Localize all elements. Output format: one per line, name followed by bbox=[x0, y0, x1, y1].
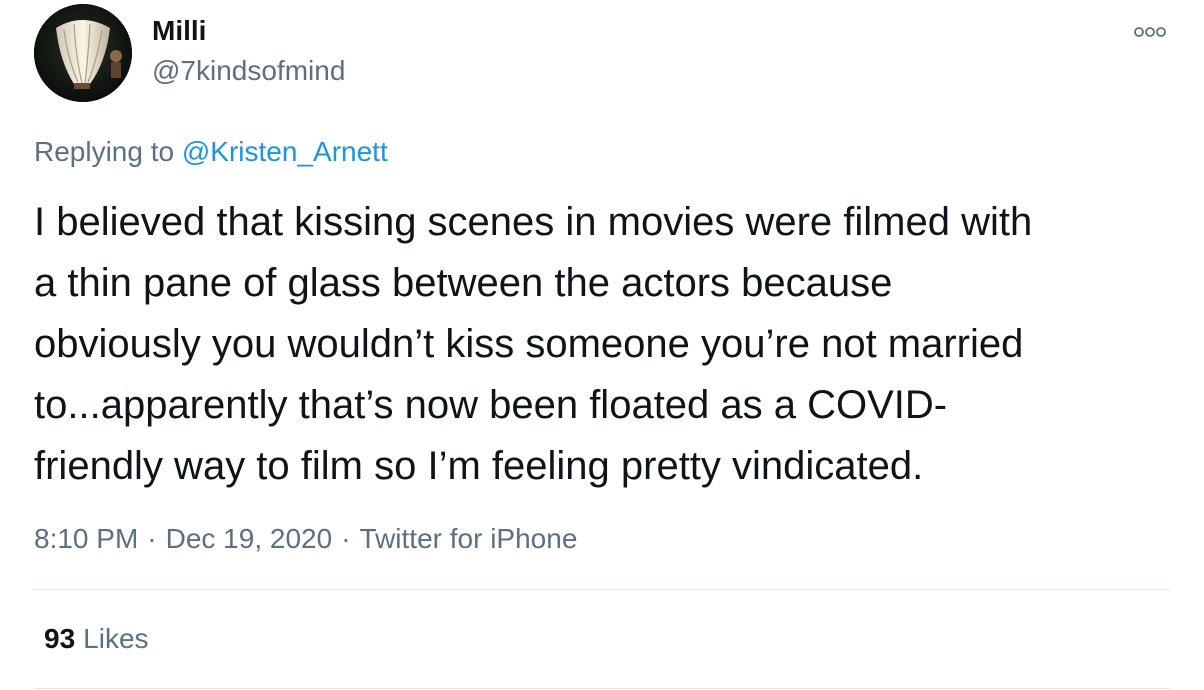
author-display-name[interactable]: Milli bbox=[152, 14, 206, 48]
lantern-photo-avatar-icon bbox=[34, 4, 132, 102]
likes-count: 93 bbox=[44, 623, 76, 654]
reply-context: Replying to @Kristen_Arnett bbox=[34, 135, 388, 169]
divider bbox=[34, 688, 1170, 689]
tweet-card: Milli @7kindsofmind Replying to @Kristen… bbox=[0, 0, 1204, 690]
meta-separator: · bbox=[147, 523, 157, 554]
tweet-source-link[interactable]: Twitter for iPhone bbox=[360, 523, 578, 554]
more-options-button[interactable] bbox=[1130, 20, 1170, 44]
likes-link[interactable]: 93 Likes bbox=[44, 622, 149, 656]
tweet-meta: 8:10 PM · Dec 19, 2020 · Twitter for iPhone bbox=[34, 522, 577, 556]
more-options-icon bbox=[1134, 27, 1166, 37]
reply-prefix: Replying to bbox=[34, 136, 182, 167]
tweet-date[interactable]: Dec 19, 2020 bbox=[166, 523, 333, 554]
likes-label: Likes bbox=[83, 623, 149, 654]
avatar[interactable] bbox=[34, 4, 132, 102]
meta-separator: · bbox=[341, 523, 351, 554]
tweet-text: I believed that kissing scenes in movies… bbox=[34, 200, 1033, 488]
author-handle[interactable]: @7kindsofmind bbox=[152, 54, 345, 88]
reply-mention-link[interactable]: @Kristen_Arnett bbox=[182, 136, 388, 167]
tweet-time[interactable]: 8:10 PM bbox=[34, 523, 138, 554]
divider bbox=[34, 589, 1170, 590]
